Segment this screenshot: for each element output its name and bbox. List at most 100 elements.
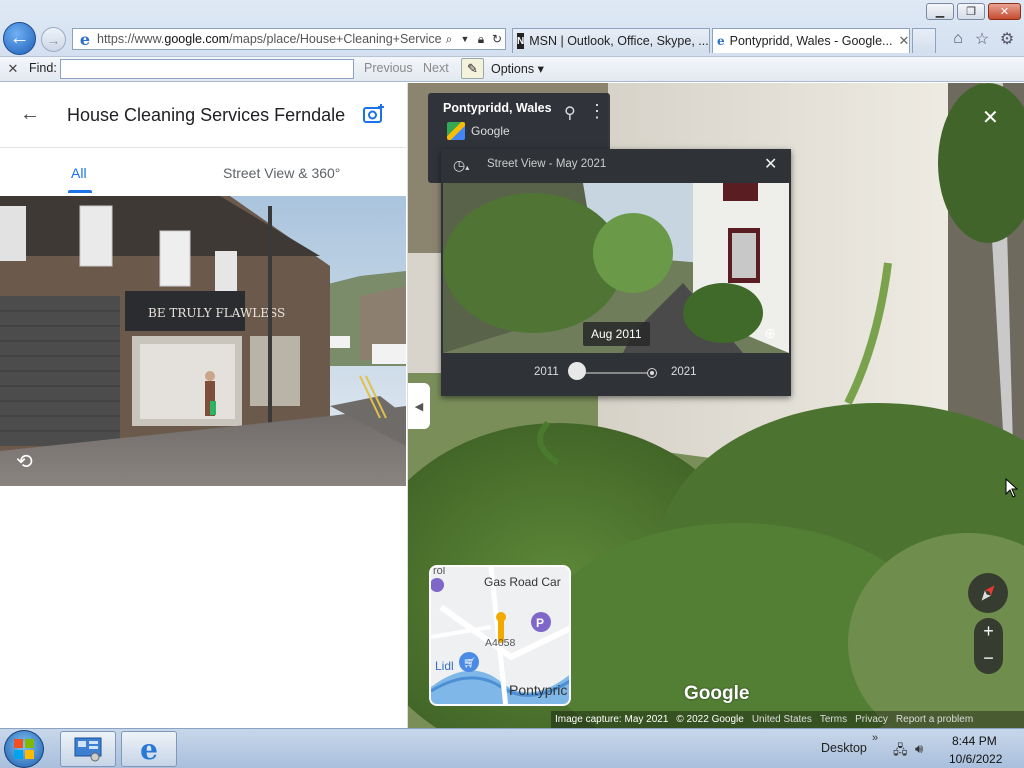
map-place-lidl: Lidl [435, 659, 454, 673]
location-pin-icon[interactable]: ⚲ [564, 103, 576, 123]
zoom-in-button[interactable]: + [974, 621, 1003, 642]
add-photo-camera-icon[interactable] [362, 103, 386, 130]
home-icon[interactable]: ⌂ [948, 29, 968, 49]
privacy-link[interactable]: Privacy [855, 714, 888, 725]
find-input[interactable] [60, 59, 354, 79]
copyright-text: © 2022 Google [676, 714, 744, 725]
start-button[interactable] [4, 730, 44, 768]
find-label: Find: [29, 61, 57, 75]
window-close-button[interactable]: ✕ [988, 3, 1021, 20]
map-place-town: Pontypric [509, 682, 568, 698]
find-options-button[interactable]: Options ▾ [491, 61, 544, 76]
ie-favicon-icon: e [717, 34, 725, 48]
map-footer: Image capture: May 2021 © 2022 Google Un… [551, 711, 1024, 728]
tab-label: Pontypridd, Wales - Google... [729, 34, 893, 48]
place-photo[interactable]: BE TRULY FLAWLESS ⟲ [0, 196, 406, 486]
panel-back-arrow-icon[interactable]: ← [20, 103, 40, 126]
refresh-icon[interactable]: ↻ [489, 32, 505, 46]
timeline-slider-handle[interactable] [568, 362, 586, 380]
taskbar-ie-button[interactable]: e [121, 731, 177, 767]
tab-active-indicator [68, 190, 92, 193]
address-url[interactable]: https://www.google.com/maps/place/House+… [97, 32, 441, 46]
collapse-panel-button[interactable]: ◀ [408, 383, 430, 429]
back-arrow-icon: ← [9, 27, 30, 49]
map-road-label: Gas Road Car [484, 575, 561, 589]
map-label-top: rol [433, 565, 446, 577]
timeline-slider-track[interactable] [577, 372, 657, 374]
terms-link[interactable]: Terms [820, 714, 847, 725]
place-title: House Cleaning Services Ferndale [67, 105, 346, 125]
taskbar: e Desktop » 🖧︎ 🔊︎ 8:44 PM 10/6/2022 [0, 728, 1024, 768]
minimap[interactable]: P 🛒︎ rol Gas Road Car A4058 Lidl Pontypr… [429, 565, 571, 706]
msn-favicon-icon: N [517, 33, 525, 49]
compass-icon[interactable] [968, 573, 1008, 613]
highlight-pen-icon[interactable]: ✎ [461, 58, 484, 79]
close-tab-icon[interactable]: ✕ [898, 33, 909, 49]
svg-text:P: P [536, 616, 544, 630]
tab-msn[interactable]: N MSN | Outlook, Office, Skype, ... [512, 28, 710, 53]
rotate-360-icon[interactable]: ⟲ [16, 449, 33, 474]
google-maps-icon [447, 122, 465, 140]
location-name: Pontypridd, Wales [443, 101, 552, 115]
chevron-left-icon: ◀ [414, 400, 424, 413]
search-icon[interactable]: ⌕ [441, 32, 457, 47]
mouse-cursor-icon [1005, 478, 1019, 498]
year-end-label: 2021 [671, 366, 697, 378]
favorites-star-icon[interactable]: ☆ [972, 29, 992, 49]
history-clock-icon[interactable]: ◷▴ [453, 157, 469, 174]
find-previous-button[interactable]: Previous [364, 61, 413, 75]
volume-icon[interactable]: 🔊︎ [915, 741, 923, 757]
time-machine-label: Street View - May 2021 [487, 158, 607, 170]
clock-date[interactable]: 10/6/2022 [949, 752, 1002, 766]
back-button[interactable]: ← [3, 22, 36, 55]
svg-text:🛒︎: 🛒︎ [463, 657, 476, 669]
image-capture-date: Image capture: May 2021 [555, 714, 669, 725]
storefront-photo: BE TRULY FLAWLESS [0, 196, 406, 486]
network-icon[interactable]: 🖧︎ [893, 741, 908, 763]
window-minimize-button[interactable]: ▁ [926, 3, 954, 20]
more-options-icon[interactable]: ⋮ [588, 101, 606, 122]
window-maximize-button[interactable]: ❐ [957, 3, 985, 20]
historical-image-preview[interactable]: Aug 2011 ⊕ [443, 183, 789, 353]
close-street-view-icon[interactable]: ✕ [982, 105, 999, 130]
tab-street-view-360[interactable]: Street View & 360° [223, 165, 340, 181]
lock-icon[interactable]: 🔒︎ [473, 32, 489, 47]
time-machine-panel: ◷▴ Street View - May 2021 ✕ Aug 2011 ⊕ 2… [441, 149, 791, 396]
selected-date-label: Aug 2011 [583, 322, 650, 346]
report-problem-link[interactable]: Report a problem [896, 714, 973, 725]
country-link[interactable]: United States [752, 714, 812, 725]
settings-gear-icon[interactable]: ⚙ [997, 29, 1017, 49]
google-logo: Google [684, 683, 750, 704]
find-next-button[interactable]: Next [423, 61, 449, 75]
close-find-icon[interactable]: ✕ [0, 61, 26, 77]
desktop-toolbar-label[interactable]: Desktop [821, 741, 867, 755]
new-tab-button[interactable] [912, 28, 936, 53]
zoom-control: + − [974, 618, 1003, 674]
tab-label: MSN | Outlook, Office, Skype, ... [529, 34, 709, 48]
divider [0, 147, 408, 148]
internet-explorer-icon: e [140, 732, 158, 766]
svg-text:BE TRULY FLAWLESS: BE TRULY FLAWLESS [148, 306, 285, 320]
control-panel-icon [74, 737, 102, 762]
browser-chrome: ▁ ❐ ✕ ← → e https://www.google.com/maps/… [0, 0, 1024, 82]
taskbar-control-panel-button[interactable] [60, 731, 116, 767]
tab-google-maps[interactable]: e Pontypridd, Wales - Google... ✕ [712, 28, 910, 53]
dropdown-icon[interactable]: ▼ [457, 34, 473, 44]
address-bar[interactable]: e https://www.google.com/maps/place/Hous… [72, 28, 506, 50]
find-bar: ✕ Find: Previous Next ✎ Options ▾ [0, 56, 1024, 81]
windows-logo-icon [14, 739, 34, 759]
street-view-pane[interactable]: Pontypridd, Wales Google ⚲ ⋮ ◷▴ Street V… [408, 83, 1024, 728]
place-panel: ← House Cleaning Services Ferndale All S… [0, 83, 408, 728]
year-start-label: 2011 [534, 366, 559, 378]
forward-arrow-icon: → [46, 31, 61, 48]
zoom-out-button[interactable]: − [974, 648, 1003, 669]
tab-all[interactable]: All [71, 165, 87, 181]
provider-label: Google [471, 124, 510, 138]
show-hidden-icons-chevron-icon[interactable]: » [872, 732, 878, 744]
forward-button[interactable]: → [41, 27, 66, 52]
zoom-preview-icon[interactable]: ⊕ [756, 319, 784, 347]
clock-time[interactable]: 8:44 PM [952, 734, 997, 748]
map-road-code: A4058 [485, 637, 516, 649]
close-time-machine-icon[interactable]: ✕ [764, 154, 777, 174]
timeline-current-marker[interactable] [647, 368, 657, 378]
